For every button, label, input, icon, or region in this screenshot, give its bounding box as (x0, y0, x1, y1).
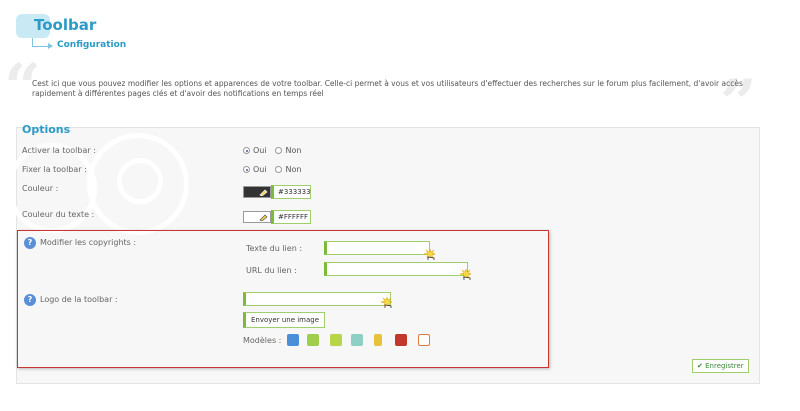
page-title: Toolbar (34, 16, 97, 34)
link-url-input[interactable] (324, 262, 468, 276)
save-button-label: Enregistrer (705, 362, 744, 370)
subtitle-arrowhead-icon (48, 43, 53, 49)
decorative-swirl-inner (117, 158, 163, 204)
options-title: Options (22, 123, 71, 136)
fix-yes-label: Oui (253, 165, 267, 174)
color-swatch[interactable] (243, 186, 271, 198)
color-label: Couleur : (22, 184, 59, 193)
copyright-help-icon[interactable]: ? (24, 237, 36, 249)
cursor-hand-icon (423, 248, 435, 260)
link-text-input[interactable] (324, 241, 430, 255)
activate-no-label: Non (285, 146, 302, 155)
fix-label: Fixer la toolbar : (22, 165, 87, 174)
fix-yes-radio[interactable] (243, 166, 250, 173)
fix-no-radio[interactable] (275, 166, 283, 173)
page-subtitle: Configuration (57, 40, 127, 50)
save-check-icon: ✔ (697, 362, 703, 370)
intro-text: Cest ici que vous pouvez modifier les op… (32, 79, 743, 98)
model-screen-icon[interactable] (351, 334, 363, 346)
link-url-label: URL du lien : (246, 266, 297, 275)
activate-yes-radio[interactable] (243, 147, 250, 154)
logo-label: Logo de la toolbar : (40, 295, 118, 304)
upload-image-button[interactable]: Envoyer une image (243, 312, 326, 328)
save-button[interactable]: ✔ Enregistrer (692, 359, 749, 373)
logo-input[interactable] (243, 292, 391, 306)
activate-yes-label: Oui (253, 146, 267, 155)
model-exclamation-icon[interactable] (374, 334, 382, 346)
model-chat-icon[interactable] (287, 334, 299, 346)
color-input[interactable]: #333333 (271, 185, 311, 199)
copyright-label: Modifier les copyrights : (40, 238, 137, 247)
fix-radio-group: Oui Non (243, 165, 307, 175)
model-bubble-icon[interactable] (418, 334, 430, 346)
activate-no-radio[interactable] (275, 147, 283, 154)
activate-radio-group: Oui Non (243, 146, 307, 156)
logo-help-icon[interactable]: ? (24, 294, 36, 306)
activate-label: Activer la toolbar : (22, 146, 96, 155)
cursor-hand-icon (459, 268, 471, 280)
link-text-label: Texte du lien : (246, 244, 303, 253)
fix-no-label: Non (285, 165, 302, 174)
model-key-icon[interactable] (307, 334, 319, 346)
text-color-label: Couleur du texte : (22, 210, 95, 219)
text-color-picker-icon (259, 214, 268, 221)
model-question-icon[interactable] (330, 334, 342, 346)
text-color-swatch[interactable] (243, 211, 271, 223)
color-picker-icon (259, 189, 268, 196)
text-color-input[interactable]: #FFFFFF (271, 210, 311, 224)
models-label: Modèles : (243, 336, 282, 345)
model-mail-icon[interactable] (395, 334, 407, 346)
cursor-hand-icon (380, 296, 392, 308)
